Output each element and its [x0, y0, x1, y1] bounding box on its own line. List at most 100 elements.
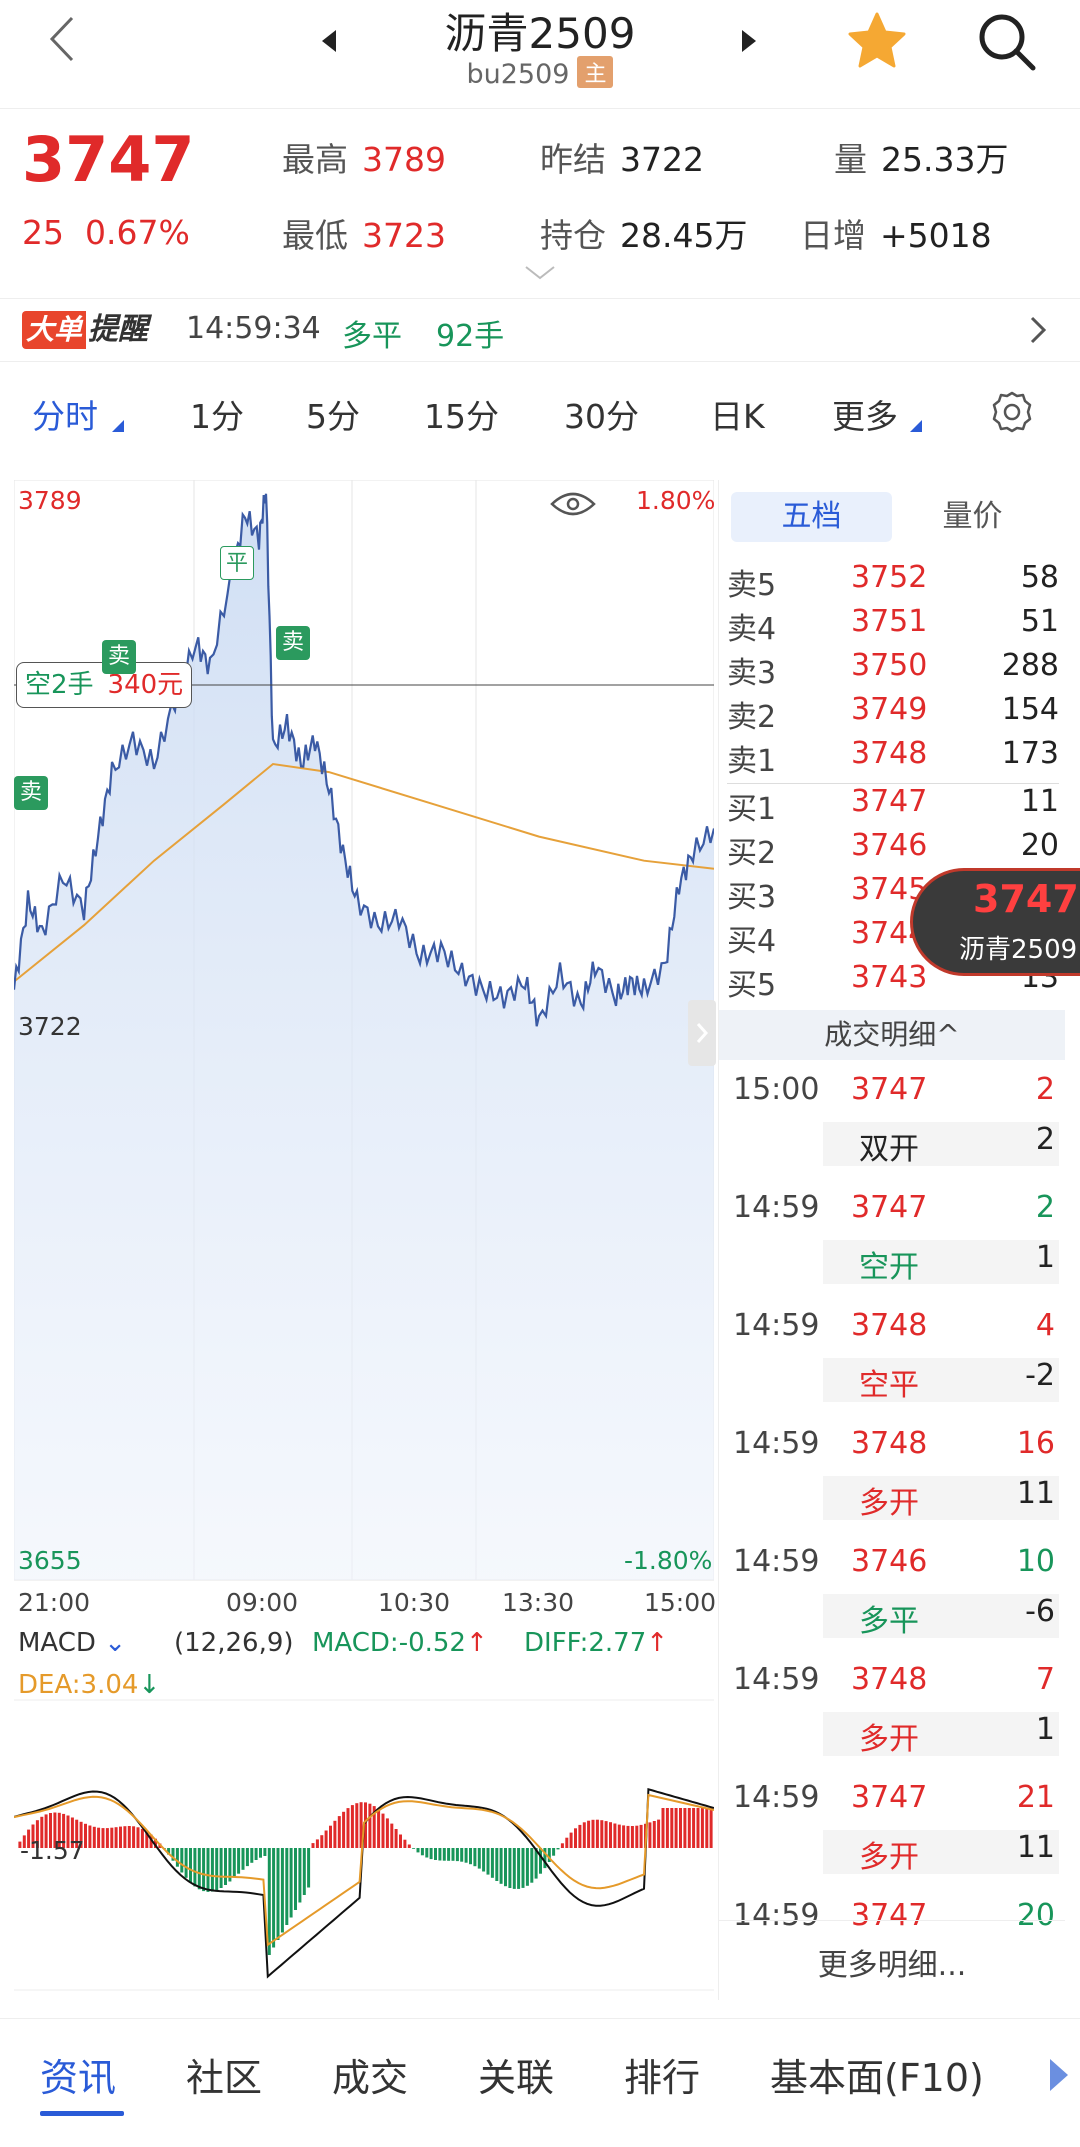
- macd-value-text: MACD:-0.52: [312, 1628, 466, 1658]
- eye-icon[interactable]: [550, 490, 596, 518]
- nav-news[interactable]: 资讯: [40, 2047, 116, 2102]
- trade-detail-header[interactable]: 成交明细^: [719, 1010, 1065, 1060]
- indicator-select[interactable]: MACD ⌄: [18, 1628, 126, 1658]
- trade-oi-change: 1: [1035, 1712, 1055, 1747]
- ask-row: 卖3 3750 288: [727, 648, 1059, 692]
- x-label-2100: 21:00: [18, 1588, 91, 1617]
- tab-more[interactable]: 更多: [832, 390, 898, 438]
- bottom-nav: 资讯 社区 成交 关联 排行 基本面(F10): [0, 2018, 1080, 2118]
- macd-params: (12,26,9): [174, 1628, 294, 1658]
- intraday-chart[interactable]: 3789 3722 3655 1.80% -1.80% 21:00 09:00 …: [14, 480, 716, 2000]
- contract-code-text: bu2509: [466, 59, 570, 90]
- big-order-alert-bar[interactable]: 大单 提醒 14:59:34 多平 92手: [0, 298, 1080, 362]
- alert-type: 多平: [342, 319, 402, 354]
- level-label: 卖2: [727, 700, 777, 735]
- book-tabs: 五档 量价: [731, 492, 1053, 542]
- pct-axis-high: 1.80%: [636, 486, 716, 515]
- next-contract-icon[interactable]: [738, 28, 760, 54]
- change-value: 25: [22, 213, 64, 252]
- floating-price-badge[interactable]: 3747 沥青2509: [910, 868, 1080, 976]
- trade-time: 14:59: [733, 1426, 820, 1461]
- top-header: 沥青2509 bu2509 主: [0, 0, 1080, 108]
- level-price: 3747: [851, 784, 928, 819]
- trade-type-box: 空开: [823, 1240, 1059, 1285]
- level-label: 买4: [727, 924, 777, 959]
- level-label: 卖4: [727, 612, 777, 647]
- bid-row: 买2 3746 20: [727, 828, 1059, 872]
- trade-type: 空平: [859, 1368, 919, 1403]
- trade-oi-change: 1: [1035, 1240, 1055, 1275]
- tab-volume-price[interactable]: 量价: [892, 492, 1053, 542]
- trade-volume: 2: [1035, 1190, 1055, 1225]
- low-label: 最低: [282, 216, 348, 255]
- expand-chevron-icon[interactable]: [524, 265, 556, 281]
- nav-ranking[interactable]: 排行: [624, 2047, 700, 2102]
- tab-30min[interactable]: 30分: [564, 390, 639, 438]
- trade-type: 多开: [859, 1722, 919, 1757]
- trade-volume: 4: [1035, 1308, 1055, 1343]
- level-volume: 11: [1020, 784, 1059, 819]
- level-label: 买3: [727, 880, 777, 915]
- trade-type: 多平: [859, 1604, 919, 1639]
- more-details-link[interactable]: 更多明细...: [719, 1940, 1065, 1984]
- dea-value-text: DEA:3.04: [18, 1670, 139, 1700]
- prev-settle-label: 昨结: [540, 140, 606, 179]
- tab-daily[interactable]: 日K: [710, 390, 765, 438]
- daily-increase-stat: 日增 +5018: [800, 209, 992, 257]
- trade-type: 多开: [859, 1840, 919, 1875]
- level-volume: 20: [1020, 828, 1059, 863]
- trade-price: 3747: [851, 1072, 928, 1107]
- search-icon[interactable]: [975, 10, 1039, 74]
- dropdown-triangle-icon: [910, 420, 922, 432]
- chevron-down-icon: ⌄: [104, 1628, 126, 1658]
- alert-quantity: 92手: [436, 319, 505, 354]
- nav-trades[interactable]: 成交: [332, 2047, 408, 2102]
- sell-marker[interactable]: 卖: [276, 626, 310, 660]
- divider: [719, 1920, 1065, 1921]
- sell-marker[interactable]: 卖: [102, 640, 136, 674]
- trade-time: 14:59: [733, 1780, 820, 1815]
- tab-5min[interactable]: 5分: [306, 390, 360, 438]
- tab-five-levels[interactable]: 五档: [731, 492, 892, 542]
- favorite-star-icon[interactable]: [846, 10, 908, 72]
- arrow-down-icon: ↓: [138, 1670, 161, 1700]
- volume-value: 25.33万: [881, 140, 1009, 179]
- sell-marker[interactable]: 卖: [14, 776, 48, 810]
- close-marker[interactable]: 平: [220, 546, 254, 580]
- trade-time: 14:59: [733, 1662, 820, 1697]
- diff-value-text: DIFF:2.77: [524, 1628, 647, 1658]
- nav-community[interactable]: 社区: [186, 2047, 262, 2102]
- trade-time: 14:59: [733, 1308, 820, 1343]
- trade-type-box: 空平: [823, 1358, 1059, 1403]
- trade-oi-change: 11: [1016, 1830, 1055, 1865]
- macd-header: MACD ⌄ (12,26,9) MACD:-0.52↑ DIFF:2.77↑ …: [14, 1620, 714, 1700]
- trade-price: 3746: [851, 1544, 928, 1579]
- level-label: 卖3: [727, 656, 777, 691]
- arrow-up-icon: ↑: [646, 1628, 669, 1658]
- level-price: 3749: [851, 692, 928, 727]
- quote-panel: 3747 25 0.67% 最高 3789 最低 3723 昨结 3722 持仓 28.…: [0, 108, 1080, 288]
- change-percent: 0.67%: [84, 213, 190, 252]
- bid-row: 买1 3747 11: [727, 784, 1059, 828]
- floating-price: 3747: [973, 877, 1079, 921]
- nav-fundamentals[interactable]: 基本面(F10): [770, 2047, 984, 2102]
- trade-type: 空开: [859, 1250, 919, 1285]
- trade-type-box: 双开: [823, 1122, 1059, 1167]
- level-label: 卖5: [727, 568, 777, 603]
- x-label-0900: 09:00: [226, 1588, 299, 1617]
- nav-related[interactable]: 关联: [478, 2047, 554, 2102]
- trade-oi-change: -2: [1025, 1358, 1055, 1393]
- level-label: 买1: [727, 792, 777, 827]
- panel-toggle-handle[interactable]: [688, 1000, 716, 1066]
- tab-1min[interactable]: 1分: [190, 390, 244, 438]
- gear-icon[interactable]: [990, 390, 1034, 434]
- volume-label: 量: [834, 140, 867, 179]
- level-label: 买2: [727, 836, 777, 871]
- scroll-right-icon[interactable]: [1050, 2059, 1068, 2091]
- tab-15min[interactable]: 15分: [424, 390, 499, 438]
- chevron-right-icon[interactable]: [1028, 315, 1048, 345]
- diff-value: DIFF:2.77↑: [524, 1628, 668, 1658]
- level-volume: 154: [1001, 692, 1059, 727]
- tab-intraday[interactable]: 分时: [32, 390, 98, 438]
- ask-row: 卖5 3752 58: [727, 560, 1059, 604]
